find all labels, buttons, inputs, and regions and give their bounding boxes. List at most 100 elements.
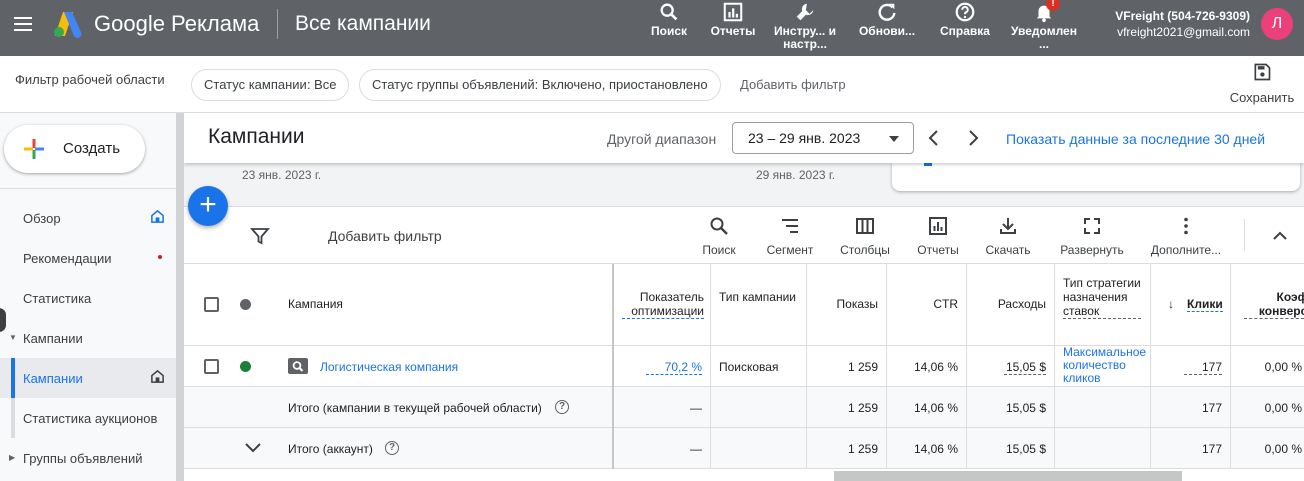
table-horizontal-scrollbar[interactable] (834, 471, 1182, 481)
status-column-icon[interactable] (240, 299, 251, 310)
show-last-30-days-link[interactable]: Показать данные за последние 30 дней (1006, 131, 1265, 147)
table-row[interactable]: Логистическая компания 70,2 % Поисковая … (184, 346, 1304, 387)
header-conv-rate[interactable]: Коэфф. конверсии (1244, 290, 1304, 319)
topbar-reports-button[interactable]: Отчеты (705, 0, 761, 56)
topbar-search-button[interactable]: Поиск (640, 0, 698, 56)
table-search-button[interactable]: Поиск (692, 216, 746, 257)
campaign-status-chip[interactable]: Статус кампании: Все (191, 69, 350, 101)
top-app-bar: Google Реклама Все кампании Поиск Отчеты… (0, 0, 1304, 56)
sidebar-item-statistics[interactable]: Статистика (0, 278, 176, 318)
header-cost[interactable]: Расходы (974, 297, 1046, 311)
header-ctr[interactable]: CTR (894, 297, 958, 311)
topbar-help-button[interactable]: Справка (935, 0, 995, 56)
sidebar-nav: Создать Обзор Рекомендации Статистика ▼ … (0, 113, 176, 481)
column-divider (1230, 264, 1231, 469)
account-info[interactable]: VFreight (504-726-9309) vfreight2021@gma… (1100, 8, 1250, 40)
create-button[interactable]: Создать (4, 125, 145, 173)
totals-conv-rate: 0,00 % (1264, 442, 1302, 456)
sidebar-item-campaigns-group[interactable]: ▼ Кампании (0, 318, 176, 358)
header-bid-strategy[interactable]: Тип стратегии назначения ставок (1063, 276, 1141, 319)
add-workspace-filter-link[interactable]: Добавить фильтр (740, 77, 846, 92)
toolbar-tool-label: Отчеты (917, 243, 959, 257)
filter-icon[interactable] (250, 226, 270, 246)
add-campaign-button[interactable]: + (188, 186, 228, 226)
chevron-right-icon[interactable] (963, 127, 983, 149)
main-content: Кампании Другой диапазон 23 – 29 янв. 20… (184, 113, 1304, 481)
divider (1244, 219, 1245, 251)
table-toolbar: Добавить фильтр Поиск Сегмент Столбцы От… (184, 207, 1304, 264)
opt-score-value[interactable]: 70,2 % (646, 360, 702, 375)
totals-opt-score: — (690, 401, 702, 415)
sidebar-item-overview[interactable]: Обзор (0, 198, 176, 238)
topbar-tool-label: Инстру... и настр... (774, 25, 836, 51)
status-enabled-icon[interactable] (240, 361, 251, 372)
toolbar-tool-label: Дополните... (1150, 243, 1222, 257)
reports-icon (929, 217, 947, 235)
totals-clicks: 177 (1201, 401, 1222, 415)
columns-icon (856, 218, 874, 234)
sidebar-item-recommendations[interactable]: Рекомендации (0, 238, 176, 278)
segment-icon (782, 219, 798, 233)
chevron-down-icon[interactable] (244, 441, 262, 455)
dropdown-arrow-icon (889, 136, 899, 142)
totals-opt-score: — (690, 442, 702, 456)
campaign-name-link[interactable]: Логистическая компания (320, 360, 458, 374)
help-icon[interactable]: ? (555, 400, 569, 414)
topbar-tool-label: Обнови... (858, 25, 916, 38)
toolbar-tool-label: Сегмент (766, 243, 814, 257)
ctr-value: 14,06 % (913, 360, 958, 374)
section-title: Кампании (208, 125, 305, 148)
avatar[interactable]: Л (1261, 8, 1293, 40)
sidebar-collapse-handle[interactable] (0, 308, 6, 332)
header-campaign-type[interactable]: Тип кампании (719, 290, 799, 304)
menu-icon[interactable] (14, 17, 32, 31)
bid-strategy-link[interactable]: Максимальное количество кликов (1063, 346, 1153, 385)
workspace-filter-label: Фильтр рабочей области (15, 72, 165, 87)
account-email: vfreight2021@gmail.com (1117, 25, 1250, 39)
expand-button[interactable]: Развернуть (1052, 216, 1132, 257)
table-reports-button[interactable]: Отчеты (910, 216, 966, 257)
chevron-up-icon[interactable] (1270, 226, 1290, 246)
clicks-value[interactable]: 177 (1184, 360, 1222, 375)
caret-down-icon: ▼ (9, 333, 17, 342)
header-campaign[interactable]: Кампания (288, 297, 343, 311)
search-icon (710, 217, 728, 235)
sidebar-scrollbar[interactable] (176, 113, 184, 481)
google-ads-logo[interactable] (52, 10, 84, 38)
campaign-type-value: Поисковая (719, 360, 779, 374)
totals-cost: 15,05 $ (1005, 442, 1046, 456)
sidebar-item-auction-insights[interactable]: Статистика аукционов (0, 398, 176, 438)
topbar-notifications-button[interactable]: ! Уведомлен ... (1008, 0, 1080, 56)
graph-start-date: 23 янв. 2023 г. (242, 168, 322, 182)
sidebar-item-label: Статистика аукционов (23, 411, 158, 426)
segment-button[interactable]: Сегмент (760, 216, 820, 257)
help-icon[interactable]: ? (385, 441, 399, 455)
topbar-tools-button[interactable]: Инстру... и настр... (772, 0, 838, 56)
header-clicks[interactable]: Клики (1187, 297, 1223, 312)
adgroup-status-chip[interactable]: Статус группы объявлений: Включено, прио… (359, 69, 721, 101)
date-range-select[interactable]: 23 – 29 янв. 2023 (732, 122, 914, 154)
sidebar-item-ad-groups[interactable]: ▶ Группы объявлений (0, 438, 176, 478)
cost-value[interactable]: 15,05 $ (1004, 360, 1046, 375)
row-checkbox[interactable] (204, 359, 219, 374)
totals-label: Итого (аккаунт) (288, 442, 373, 456)
totals-row-account: Итого (аккаунт) ? — 1 259 14,06 % 15,05 … (184, 428, 1304, 469)
plus-icon (24, 139, 44, 159)
header-opt-score[interactable]: Показатель оптимизации (622, 290, 704, 319)
refresh-icon (878, 3, 896, 21)
topbar-refresh-button[interactable]: Обнови... (855, 0, 919, 56)
columns-button[interactable]: Столбцы (834, 216, 896, 257)
topbar-tool-label: Справка (940, 25, 990, 38)
more-button[interactable]: Дополните... (1146, 216, 1226, 257)
chevron-left-icon[interactable] (924, 127, 944, 149)
save-button[interactable]: Сохранить (1225, 62, 1299, 105)
download-button[interactable]: Скачать (980, 216, 1036, 257)
table-header-row: Кампания Показатель оптимизации Тип камп… (184, 264, 1304, 346)
create-label: Создать (63, 140, 121, 157)
select-all-checkbox[interactable] (204, 297, 219, 312)
add-filter-link[interactable]: Добавить фильтр (328, 228, 442, 244)
sidebar-item-label: Кампании (23, 371, 83, 386)
sidebar-item-campaigns[interactable]: Кампании (0, 358, 176, 398)
impressions-value: 1 259 (847, 360, 878, 374)
header-impressions[interactable]: Показы (808, 297, 878, 311)
